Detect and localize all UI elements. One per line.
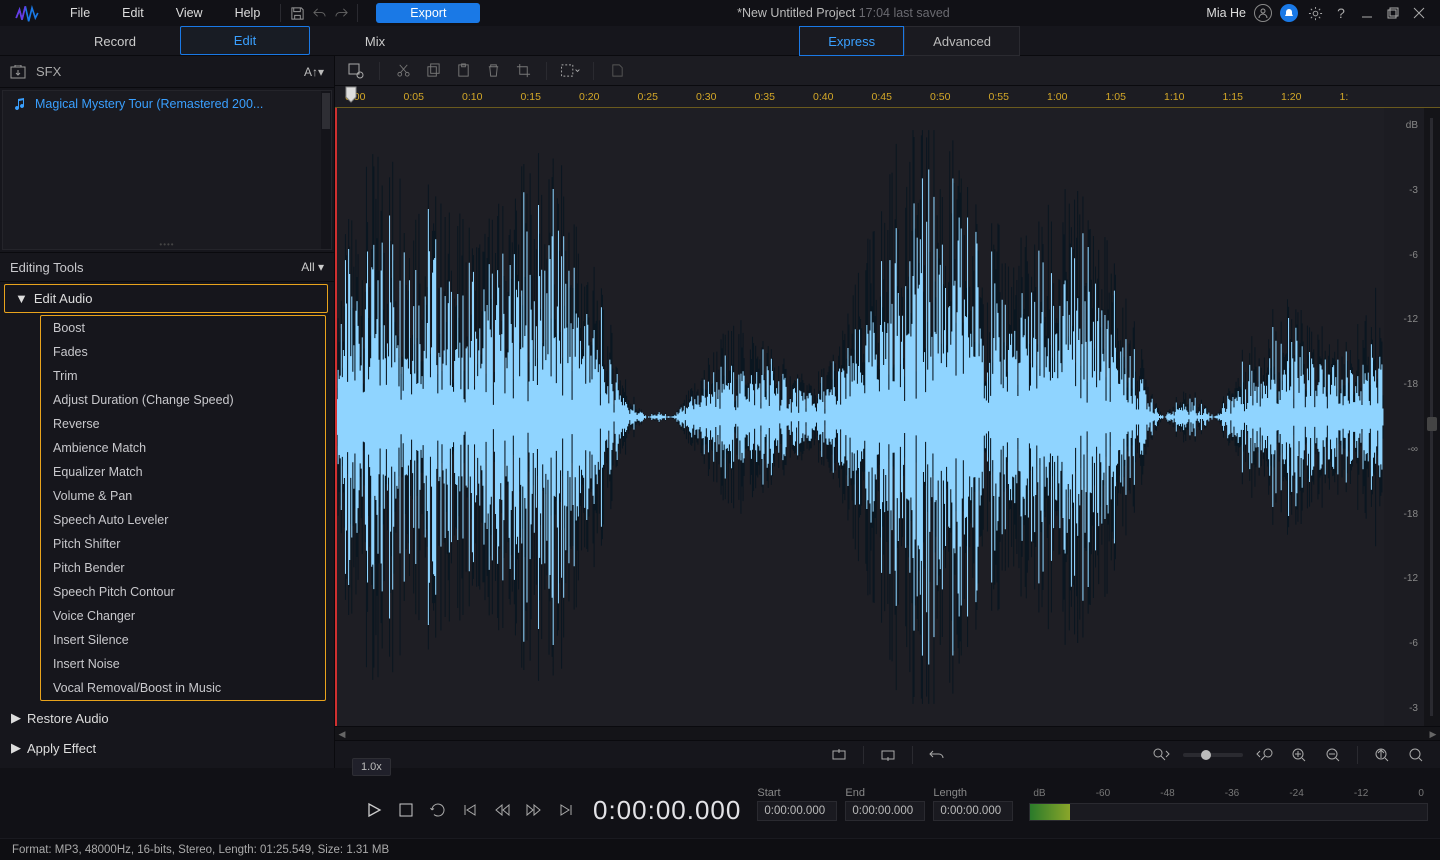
zoom-reset-icon[interactable] [1404, 743, 1428, 767]
stop-button[interactable] [395, 799, 417, 821]
help-icon[interactable]: ? [1332, 4, 1350, 22]
tool-voice-changer[interactable]: Voice Changer [41, 604, 325, 628]
selection-dropdown-icon[interactable] [559, 60, 581, 82]
tool-pitch-shifter[interactable]: Pitch Shifter [41, 532, 325, 556]
copy-icon[interactable] [422, 60, 444, 82]
window-maximize-icon[interactable] [1384, 4, 1402, 22]
undo-icon[interactable] [309, 3, 329, 23]
forward-button[interactable] [523, 799, 545, 821]
export-button[interactable]: Export [376, 3, 480, 23]
redo-icon[interactable] [331, 3, 351, 23]
horizontal-scrollbar[interactable]: ◀▶ [335, 726, 1440, 740]
tab-edit[interactable]: Edit [180, 26, 310, 55]
window-close-icon[interactable] [1410, 4, 1428, 22]
tool-insert-noise[interactable]: Insert Noise [41, 652, 325, 676]
db-axis: dB -3-6-12-18 -∞ -18-12-6-3 [1384, 108, 1424, 726]
zoom-all-v-icon[interactable] [1370, 743, 1394, 767]
time-display: 0:00:00.000 [593, 795, 741, 826]
rewind-button[interactable] [491, 799, 513, 821]
skip-start-button[interactable] [459, 799, 481, 821]
play-button[interactable] [363, 799, 385, 821]
tab-record[interactable]: Record [50, 26, 180, 55]
media-scrollbar[interactable] [321, 91, 331, 249]
project-title: *New Untitled Project 17:04 last saved [482, 6, 1204, 20]
undo-session-icon[interactable] [925, 743, 949, 767]
tool-trim[interactable]: Trim [41, 364, 325, 388]
subtab-advanced[interactable]: Advanced [904, 26, 1020, 56]
delete-icon[interactable] [482, 60, 504, 82]
time-end-field[interactable]: 0:00:00.000 [845, 801, 925, 821]
media-item[interactable]: Magical Mystery Tour (Remastered 200... [3, 91, 331, 117]
zoom-slider[interactable] [1183, 753, 1243, 757]
time-start-field[interactable]: 0:00:00.000 [757, 801, 837, 821]
tool-pitch-bender[interactable]: Pitch Bender [41, 556, 325, 580]
tool-equalizer-match[interactable]: Equalizer Match [41, 460, 325, 484]
user-name: Mia He [1206, 6, 1246, 20]
skip-end-button[interactable] [555, 799, 577, 821]
tool-ambience-match[interactable]: Ambience Match [41, 436, 325, 460]
tools-filter[interactable]: All ▾ [301, 260, 324, 274]
user-avatar-icon[interactable] [1254, 4, 1272, 22]
status-bar: Format: MP3, 48000Hz, 16-bits, Stereo, L… [0, 838, 1440, 860]
media-panel-label: SFX [36, 64, 294, 79]
tool-speech-pitch-contour[interactable]: Speech Pitch Contour [41, 580, 325, 604]
tool-properties-icon[interactable] [345, 60, 367, 82]
notifications-icon[interactable] [1280, 4, 1298, 22]
zoom-fit-icon[interactable] [1253, 743, 1277, 767]
tool-speech-auto-leveler[interactable]: Speech Auto Leveler [41, 508, 325, 532]
level-meter: dB-60-48-36-24-120 [1029, 788, 1428, 821]
loop-button[interactable] [427, 799, 449, 821]
menu-edit[interactable]: Edit [108, 3, 158, 23]
media-list: Magical Mystery Tour (Remastered 200... … [2, 90, 332, 250]
vertical-zoom-slider[interactable] [1424, 108, 1440, 726]
panel-resize-grip[interactable]: •••• [159, 240, 174, 249]
tool-insert-silence[interactable]: Insert Silence [41, 628, 325, 652]
marker-icon[interactable] [606, 60, 628, 82]
timeline-ruler[interactable]: 0:000:050:100:150:200:250:300:350:400:45… [335, 86, 1440, 108]
subtab-express[interactable]: Express [799, 26, 904, 56]
tool-adjust-duration[interactable]: Adjust Duration (Change Speed) [41, 388, 325, 412]
time-length-field[interactable]: 0:00:00.000 [933, 801, 1013, 821]
group-apply-effect[interactable]: ▶ Apply Effect [0, 733, 334, 763]
crop-icon[interactable] [512, 60, 534, 82]
zoom-selection-icon[interactable] [1149, 743, 1173, 767]
zoom-vert-out-icon[interactable] [1321, 743, 1345, 767]
zoom-out-icon[interactable] [876, 743, 900, 767]
menu-help[interactable]: Help [221, 3, 275, 23]
playback-speed[interactable]: 1.0x [352, 758, 391, 776]
menu-view[interactable]: View [162, 3, 217, 23]
import-media-icon[interactable] [10, 65, 26, 79]
window-minimize-icon[interactable] [1358, 4, 1376, 22]
waveform-display[interactable] [335, 108, 1384, 726]
tool-fades[interactable]: Fades [41, 340, 325, 364]
tool-volume-pan[interactable]: Volume & Pan [41, 484, 325, 508]
settings-icon[interactable] [1306, 4, 1324, 22]
sort-icon[interactable]: A↑▾ [304, 65, 324, 79]
cut-icon[interactable] [392, 60, 414, 82]
tools-title: Editing Tools [10, 260, 301, 275]
menu-file[interactable]: File [56, 3, 104, 23]
app-logo [6, 0, 48, 26]
tab-mix[interactable]: Mix [310, 26, 440, 55]
zoom-in-icon[interactable] [827, 743, 851, 767]
tool-reverse[interactable]: Reverse [41, 412, 325, 436]
group-edit-audio[interactable]: ▼ Edit Audio [4, 284, 328, 313]
playhead-icon[interactable] [345, 86, 357, 108]
tool-vocal-removal[interactable]: Vocal Removal/Boost in Music [41, 676, 325, 700]
edit-audio-items: Boost Fades Trim Adjust Duration (Change… [40, 315, 326, 701]
tool-boost[interactable]: Boost [41, 316, 325, 340]
save-icon[interactable] [287, 3, 307, 23]
zoom-vert-in-icon[interactable] [1287, 743, 1311, 767]
group-restore-audio[interactable]: ▶ Restore Audio [0, 703, 334, 733]
paste-icon[interactable] [452, 60, 474, 82]
